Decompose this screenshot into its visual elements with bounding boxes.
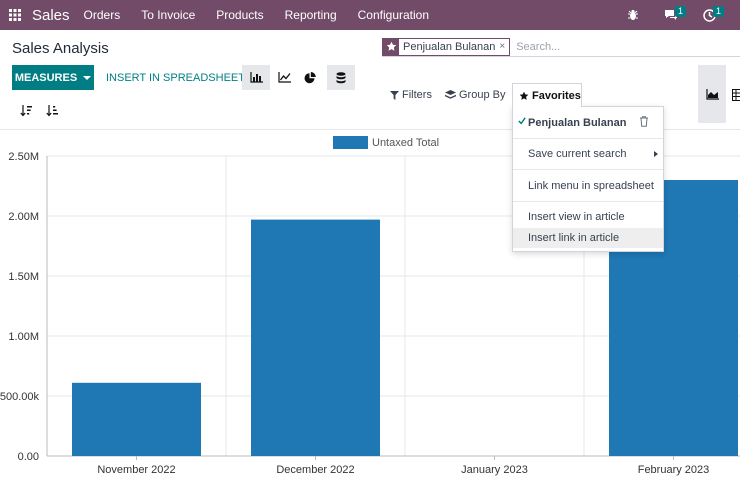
chart-bar: [251, 220, 380, 456]
table-icon[interactable]: [732, 88, 740, 102]
link-spreadsheet-item[interactable]: Link menu in spreadsheet: [513, 176, 663, 196]
y-tick-label: 0.00: [18, 451, 39, 463]
sort-asc-icon[interactable]: [42, 101, 62, 121]
legend-swatch: [333, 136, 368, 149]
measures-label: MEASURES: [15, 72, 77, 84]
groupby-label: Group By: [459, 89, 505, 101]
area-chart-icon[interactable]: [698, 65, 726, 123]
facet-remove-icon[interactable]: ×: [499, 41, 509, 52]
pie-chart-icon[interactable]: [296, 65, 324, 90]
filters-button[interactable]: Filters: [390, 85, 432, 105]
legend-label: Untaxed Total: [372, 137, 439, 149]
nav-item-reporting[interactable]: Reporting: [285, 8, 337, 22]
nav-item-orders[interactable]: Orders: [84, 8, 121, 22]
nav-item-products[interactable]: Products: [216, 8, 263, 22]
top-navbar: Sales Orders To Invoice Products Reporti…: [0, 0, 740, 30]
y-tick-label: 2.00M: [8, 211, 39, 223]
database-icon[interactable]: [327, 65, 355, 90]
caret-right-icon: [654, 151, 658, 157]
line-chart-icon[interactable]: [270, 65, 298, 90]
favorites-dropdown: Penjualan Bulanan Save current search Li…: [512, 106, 664, 252]
check-icon: [518, 117, 526, 125]
filters-label: Filters: [402, 89, 432, 101]
filter-icon: [390, 91, 399, 100]
chart-bar: [72, 383, 201, 456]
activity-badge: 1: [713, 6, 724, 17]
save-current-search-item[interactable]: Save current search: [513, 144, 663, 164]
search-input[interactable]: Search...: [516, 41, 560, 53]
y-tick-label: 2.50M: [8, 151, 39, 163]
insert-link-item[interactable]: Insert link in article: [513, 228, 663, 248]
caret-down-icon: [83, 76, 91, 80]
trash-icon[interactable]: [639, 116, 649, 127]
chat-badge: 1: [675, 6, 686, 17]
y-tick-label: 1.50M: [8, 271, 39, 283]
favorites-label: Favorites: [532, 90, 581, 102]
search-bar: Penjualan Bulanan × Search...: [382, 37, 740, 57]
bar-chart-icon[interactable]: [242, 65, 270, 90]
nav-item-configuration[interactable]: Configuration: [358, 8, 429, 22]
nav-item-to-invoice[interactable]: To Invoice: [141, 8, 195, 22]
facet-label: Penjualan Bulanan: [399, 41, 499, 53]
sort-desc-icon[interactable]: [16, 101, 36, 121]
groupby-button[interactable]: Group By: [445, 85, 505, 105]
saved-filter-item[interactable]: Penjualan Bulanan: [513, 113, 663, 133]
star-icon: [383, 39, 399, 55]
save-current-search-label: Save current search: [528, 148, 626, 160]
chat-icon[interactable]: 1: [660, 4, 682, 26]
x-tick-label: November 2022: [97, 464, 175, 476]
dropdown-separator: [513, 169, 663, 170]
x-tick-label: December 2022: [276, 464, 354, 476]
clock-icon[interactable]: 1: [698, 4, 720, 26]
page-title: Sales Analysis: [12, 40, 109, 57]
bug-icon[interactable]: [622, 4, 644, 26]
app-name[interactable]: Sales: [32, 7, 70, 24]
favorites-button[interactable]: Favorites: [512, 83, 582, 107]
y-tick-label: 500.00k: [0, 391, 39, 403]
y-tick-label: 1.00M: [8, 331, 39, 343]
star-icon: [519, 91, 529, 101]
measures-button[interactable]: MEASURES: [12, 65, 94, 90]
insert-spreadsheet-button[interactable]: INSERT IN SPREADSHEET: [106, 65, 245, 90]
search-facet: Penjualan Bulanan ×: [382, 38, 510, 56]
apps-icon[interactable]: [0, 0, 30, 30]
saved-filter-label: Penjualan Bulanan: [528, 117, 626, 129]
x-tick-label: February 2023: [638, 464, 710, 476]
dropdown-separator: [513, 138, 663, 139]
x-tick-label: January 2023: [461, 464, 528, 476]
insert-view-item[interactable]: Insert view in article: [513, 207, 663, 227]
layers-icon: [445, 90, 456, 100]
dropdown-separator: [513, 201, 663, 202]
